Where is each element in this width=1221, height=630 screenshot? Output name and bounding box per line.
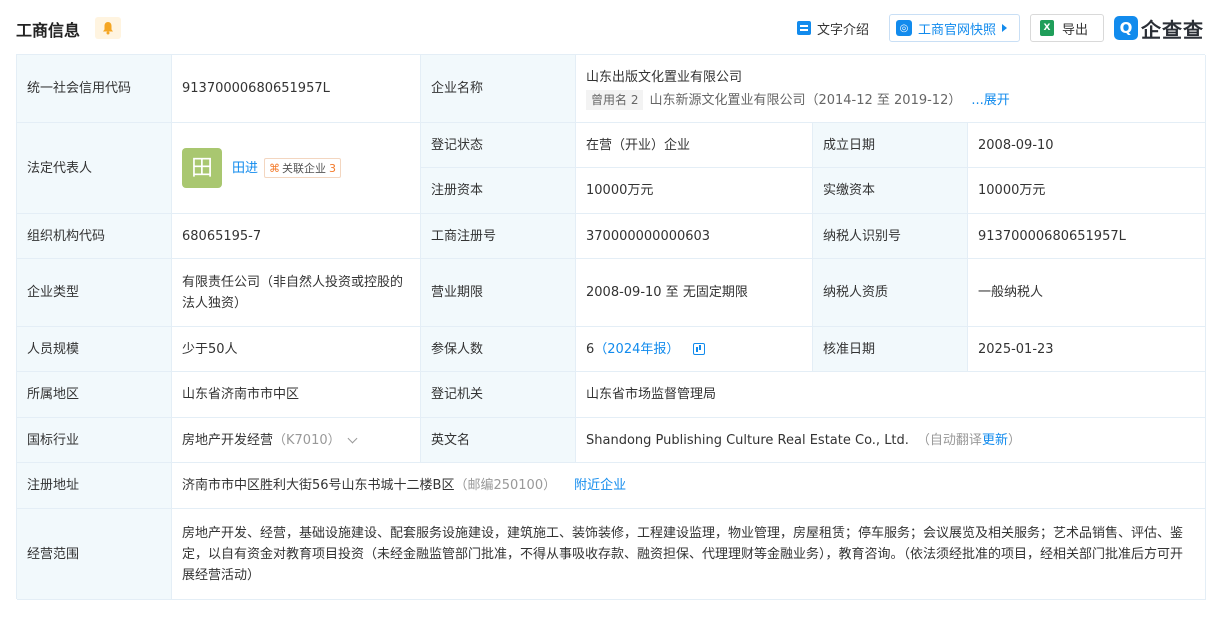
text-intro-label: 文字介绍	[817, 22, 870, 38]
reg-no-label: 工商注册号	[421, 214, 576, 259]
update-link[interactable]: 更新	[982, 430, 1008, 451]
paid-capital-label: 实缴资本	[813, 168, 968, 214]
related-tag-label: 关联企业	[282, 161, 327, 175]
section-title: 工商信息	[16, 21, 81, 40]
term-label: 营业期限	[421, 259, 576, 327]
auto-translate-note: （自动翻译	[916, 432, 982, 448]
industry-value: 房地产开发经营	[182, 432, 274, 448]
insured-year-link[interactable]: （2024年报）	[594, 339, 679, 360]
scope-label: 经营范围	[17, 509, 172, 600]
term-value: 2008-09-10 至 无固定期限	[576, 259, 813, 327]
company-type-value: 有限责任公司（非自然人投资或控股的法人独资）	[172, 259, 421, 327]
expand-link[interactable]: ...展开	[971, 90, 1009, 111]
reg-capital-value: 10000万元	[576, 168, 813, 214]
reg-status-label: 登记状态	[421, 123, 576, 168]
brand-logo-icon: Q	[1114, 16, 1138, 40]
snapshot-label: 工商官网快照	[918, 22, 997, 38]
industry-cell[interactable]: 房地产开发经营 （K7010）	[172, 418, 421, 463]
tax-id-value: 91370000680651957L	[968, 214, 1206, 259]
nearby-companies-link[interactable]: 附近企业	[574, 475, 626, 496]
network-icon: ⌘	[269, 161, 281, 175]
found-date-value: 2008-09-10	[968, 123, 1206, 168]
company-name-value: 山东出版文化置业有限公司	[586, 69, 743, 85]
org-code-label: 组织机构代码	[17, 214, 172, 259]
postcode: （邮编250100）	[454, 478, 557, 493]
related-count: 3	[329, 161, 337, 175]
taxpayer-label: 纳税人资质	[813, 259, 968, 327]
snapshot-icon: ◎	[896, 20, 912, 36]
related-companies-tag[interactable]: ⌘ 关联企业 3	[264, 158, 342, 178]
credit-code-value: 91370000680651957L	[172, 55, 421, 123]
former-name-tag: 曾用名 2	[586, 90, 644, 110]
authority-value: 山东省市场监督管理局	[576, 372, 1206, 418]
brand-name: 企查查	[1141, 17, 1204, 42]
paid-capital-value: 10000万元	[968, 168, 1206, 214]
snapshot-button[interactable]: ◎ 工商官网快照	[889, 14, 1020, 42]
staff-value: 少于50人	[172, 327, 421, 372]
excel-icon: X	[1040, 20, 1054, 36]
authority-label: 登记机关	[421, 372, 576, 418]
chevron-down-icon[interactable]	[347, 433, 358, 443]
brand-logo[interactable]: Q 企查查	[1114, 15, 1204, 42]
org-code-value: 68065195-7	[172, 214, 421, 259]
export-label: 导出	[1062, 22, 1089, 38]
avatar[interactable]: 田	[182, 148, 222, 188]
company-name-cell: 山东出版文化置业有限公司 曾用名 2 山东新源文化置业有限公司（2014-12 …	[576, 55, 1206, 123]
en-name-cell: Shandong Publishing Culture Real Estate …	[576, 418, 1206, 463]
approve-date-value: 2025-01-23	[968, 327, 1206, 372]
legal-rep-label: 法定代表人	[17, 123, 172, 214]
address-value: 济南市市中区胜利大街56号山东书城十二楼B区	[182, 478, 455, 493]
former-name-value: 山东新源文化置业有限公司（2014-12 至 2019-12）	[649, 92, 962, 108]
trend-chart-icon[interactable]	[693, 343, 706, 355]
close-paren: ）	[1007, 432, 1021, 448]
reg-capital-label: 注册资本	[421, 168, 576, 214]
legal-rep-link[interactable]: 田进	[232, 158, 258, 179]
credit-code-label: 统一社会信用代码	[17, 55, 172, 123]
address-cell: 济南市市中区胜利大街56号山东书城十二楼B区 （邮编250100） 附近企业	[172, 463, 1206, 509]
region-value: 山东省济南市市中区	[172, 372, 421, 418]
document-icon	[797, 21, 811, 35]
region-label: 所属地区	[17, 372, 172, 418]
business-info-table: 统一社会信用代码 91370000680651957L 企业名称 山东出版文化置…	[16, 54, 1206, 600]
address-label: 注册地址	[17, 463, 172, 509]
en-name-value: Shandong Publishing Culture Real Estate …	[586, 432, 909, 448]
reg-status-value: 在营（开业）企业	[576, 123, 813, 168]
text-intro-button[interactable]: 文字介绍	[797, 14, 869, 42]
found-date-label: 成立日期	[813, 123, 968, 168]
reg-no-value: 370000000000603	[576, 214, 813, 259]
staff-label: 人员规模	[17, 327, 172, 372]
company-name-label: 企业名称	[421, 55, 576, 123]
insured-value: 6	[586, 341, 595, 357]
company-type-label: 企业类型	[17, 259, 172, 327]
play-arrow-icon	[1002, 24, 1008, 32]
tax-id-label: 纳税人识别号	[813, 214, 968, 259]
approve-date-label: 核准日期	[813, 327, 968, 372]
insured-cell: 6 （2024年报）	[576, 327, 813, 372]
en-name-label: 英文名	[421, 418, 576, 463]
export-button[interactable]: X 导出	[1030, 14, 1104, 42]
insured-label: 参保人数	[421, 327, 576, 372]
industry-label: 国标行业	[17, 418, 172, 463]
former-names: 曾用名 2 山东新源文化置业有限公司（2014-12 至 2019-12） ..…	[586, 90, 1010, 111]
taxpayer-value: 一般纳税人	[968, 259, 1206, 327]
section-header: 工商信息 文字介绍 ◎ 工商官网快照 X 导出 Q 企查查	[0, 0, 1221, 56]
bell-icon[interactable]	[95, 17, 121, 39]
legal-rep-cell: 田 田进 ⌘ 关联企业 3	[172, 123, 421, 214]
scope-value: 房地产开发、经营，基础设施建设、配套服务设施建设，建筑施工、装饰装修，工程建设监…	[172, 509, 1206, 600]
industry-code: （K7010）	[273, 432, 341, 448]
